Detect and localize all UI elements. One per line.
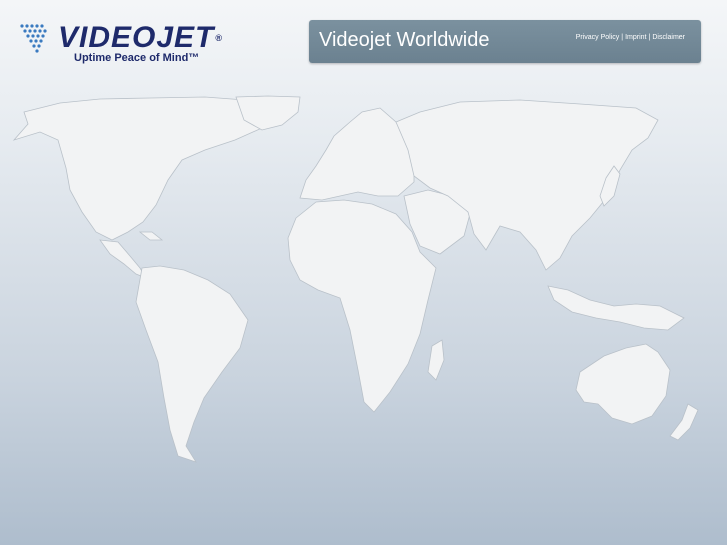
header-bar: Videojet Worldwide Privacy Policy | Imprin… <box>309 20 701 63</box>
map-region-north-america[interactable] <box>12 96 271 241</box>
logo-wordmark-text: VIDEOJET <box>58 21 215 54</box>
link-separator: | <box>621 34 624 41</box>
disclaimer-link[interactable]: Disclaimer <box>652 34 685 41</box>
videojet-logo[interactable]: VIDEOJET® Uptime Peace of Mind™ <box>18 18 248 70</box>
header-links: Privacy Policy | Imprint | Disclaimer <box>576 34 685 41</box>
logo-tagline: Uptime Peace of Mind™ <box>74 52 200 64</box>
logo-registered-mark: ® <box>215 33 224 43</box>
map-region-south-america[interactable] <box>135 265 249 463</box>
map-region-indonesia[interactable] <box>547 285 685 331</box>
map-region-australia[interactable] <box>575 343 671 425</box>
map-region-caribbean[interactable] <box>138 231 164 241</box>
privacy-policy-link[interactable]: Privacy Policy <box>576 34 620 41</box>
link-separator: | <box>648 34 651 41</box>
page-title: Videojet Worldwide <box>319 29 490 51</box>
map-region-central-america[interactable] <box>99 239 147 279</box>
map-region-new-zealand[interactable] <box>669 403 699 441</box>
imprint-link[interactable]: Imprint <box>625 34 646 41</box>
world-map[interactable] <box>0 90 727 480</box>
logo-wordmark: VIDEOJET® <box>58 22 223 54</box>
map-region-madagascar[interactable] <box>427 339 445 381</box>
